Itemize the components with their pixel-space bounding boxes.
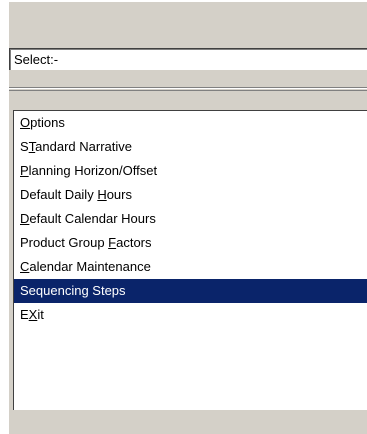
bottom-border: [13, 410, 367, 434]
top-border: [0, 0, 367, 2]
menu-item-label: Calendar Maintenance: [20, 259, 151, 274]
select-field[interactable]: Select:-: [9, 48, 367, 70]
menu-item-label: Options: [20, 115, 65, 130]
menu-item-label: STandard Narrative: [20, 139, 132, 154]
menu-item-default-daily-hours[interactable]: Default Daily Hours: [14, 183, 367, 207]
left-border: [0, 0, 9, 434]
menu-item-options[interactable]: Options: [14, 111, 367, 135]
menu-item-exit[interactable]: EXit: [14, 303, 367, 327]
menu-item-standard-narrative[interactable]: STandard Narrative: [14, 135, 367, 159]
menu-item-label: Default Daily Hours: [20, 187, 132, 202]
menu-item-default-calendar-hours[interactable]: Default Calendar Hours: [14, 207, 367, 231]
separator-line: [9, 90, 367, 91]
menu-item-label: Planning Horizon/Offset: [20, 163, 158, 178]
menu-item-sequencing-steps[interactable]: Sequencing Steps: [14, 279, 367, 303]
menu-item-label: Product Group Factors: [20, 235, 152, 250]
menu-list[interactable]: Options STandard Narrative Planning Hori…: [13, 110, 367, 410]
menu-item-planning-horizon-offset[interactable]: Planning Horizon/Offset: [14, 159, 367, 183]
options-panel: Select:- Options STandard Narrative Plan…: [0, 0, 367, 434]
menu-item-label: Sequencing Steps: [20, 283, 126, 298]
menu-item-product-group-factors[interactable]: Product Group Factors: [14, 231, 367, 255]
menu-item-calendar-maintenance[interactable]: Calendar Maintenance: [14, 255, 367, 279]
menu-item-label: Default Calendar Hours: [20, 211, 156, 226]
select-field-value: Select:-: [14, 52, 59, 67]
menu-item-label: EXit: [20, 307, 44, 322]
separator-highlight: [9, 88, 367, 89]
